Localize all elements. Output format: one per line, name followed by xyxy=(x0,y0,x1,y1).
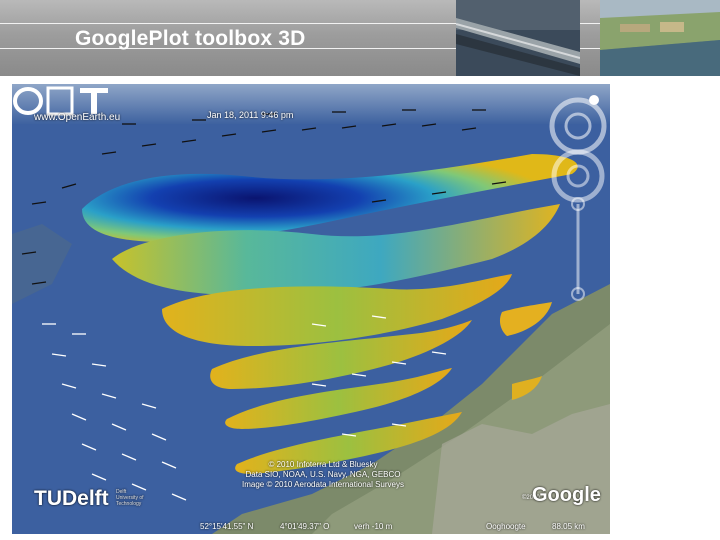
credit-line-1: © 2010 Infoterra Ltd & Bluesky xyxy=(268,460,378,469)
credit-line-2: Data SIO, NOAA, U.S. Navy, NGA, GEBCO xyxy=(245,470,401,479)
date-label: Jan 18, 2011 9:46 pm xyxy=(207,110,294,120)
tudelft-subtitle: Delft University of Technology xyxy=(116,489,144,507)
elevation-readout: verh -10 m xyxy=(354,522,393,531)
latitude-readout: 52°15'41.55" N xyxy=(200,522,254,531)
coast-photo xyxy=(600,0,720,76)
google-earth-view[interactable]: www.OpenEarth.eu Jan 18, 2011 9:46 pm © … xyxy=(12,84,610,534)
tudelft-subtitle-3: Technology xyxy=(116,501,142,507)
north-icon xyxy=(589,95,599,105)
longitude-readout: 4°01'49.37" O xyxy=(280,522,330,531)
eye-altitude-value: 88.05 km xyxy=(552,522,585,531)
map-credits: © 2010 Infoterra Ltd & Bluesky Data SIO,… xyxy=(242,460,404,490)
google-logo: Google xyxy=(532,484,601,506)
openearth-url: www.OpenEarth.eu xyxy=(34,112,121,123)
slide-header: GooglePlot toolbox 3D xyxy=(0,0,720,76)
slide-title: GooglePlot toolbox 3D xyxy=(75,27,306,50)
tudelft-logo: TUDelft xyxy=(34,487,109,510)
credit-line-3: Image © 2010 Aerodata International Surv… xyxy=(242,480,404,489)
eye-altitude-label: Ooghoogte xyxy=(486,522,526,531)
bridge-photo xyxy=(456,0,580,76)
